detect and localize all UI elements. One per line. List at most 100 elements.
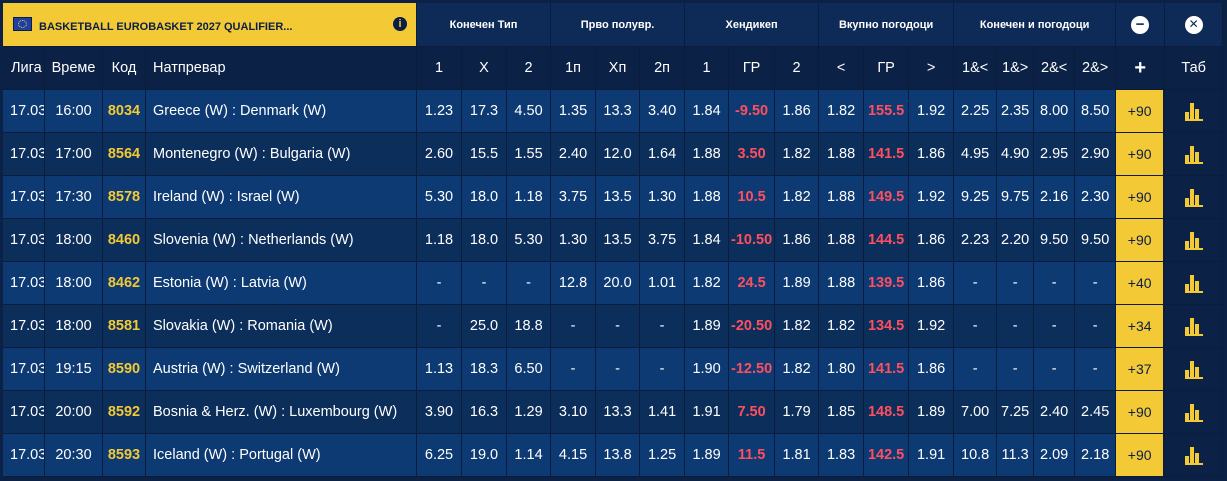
- odd-2-cell[interactable]: 18.8: [507, 305, 552, 348]
- 1-under-cell[interactable]: 10.8: [954, 434, 998, 477]
- league-header[interactable]: BASKETBALL EUROBASKET 2027 QUALIFIER... …: [3, 3, 418, 47]
- total-over-cell[interactable]: 1.92: [909, 90, 955, 133]
- odd-2-cell[interactable]: 6.50: [507, 348, 552, 391]
- 2-under-cell[interactable]: 8.00: [1034, 90, 1076, 133]
- odd-2-cell[interactable]: 4.50: [507, 90, 552, 133]
- 2-under-cell[interactable]: 9.50: [1034, 219, 1076, 262]
- 2-under-cell[interactable]: 2.16: [1034, 176, 1076, 219]
- hcp-2-cell[interactable]: 1.82: [775, 305, 820, 348]
- stats-button[interactable]: [1165, 133, 1224, 176]
- odd-1-cell[interactable]: 1.23: [417, 90, 463, 133]
- stats-button[interactable]: [1165, 305, 1224, 348]
- stats-button[interactable]: [1165, 176, 1224, 219]
- odd-xh-cell[interactable]: 20.0: [596, 262, 641, 305]
- 1-under-cell[interactable]: 4.95: [954, 133, 998, 176]
- odd-2-cell[interactable]: 1.14: [507, 434, 552, 477]
- minus-circle-icon[interactable]: −: [1131, 15, 1150, 34]
- info-icon[interactable]: i: [393, 17, 408, 31]
- odd-x-cell[interactable]: 18.0: [462, 219, 508, 262]
- stats-button[interactable]: [1165, 391, 1224, 434]
- hcp-1-cell[interactable]: 1.88: [685, 176, 730, 219]
- match-name[interactable]: Greece (W) : Denmark (W): [146, 90, 418, 133]
- more-markets-button[interactable]: +90: [1116, 176, 1166, 219]
- hcp-1-cell[interactable]: 1.90: [685, 348, 730, 391]
- hcp-2-cell[interactable]: 1.86: [775, 90, 820, 133]
- match-name[interactable]: Bosnia & Herz. (W) : Luxembourg (W): [146, 391, 418, 434]
- 1-under-cell[interactable]: 2.23: [954, 219, 998, 262]
- hcp-2-cell[interactable]: 1.79: [775, 391, 820, 434]
- odd-2h-cell[interactable]: 3.40: [640, 90, 686, 133]
- total-under-cell[interactable]: 1.82: [819, 305, 865, 348]
- more-markets-button[interactable]: +34: [1116, 305, 1166, 348]
- total-over-cell[interactable]: 1.91: [909, 434, 955, 477]
- match-name[interactable]: Ireland (W) : Israel (W): [146, 176, 418, 219]
- odd-x-cell[interactable]: 15.5: [462, 133, 508, 176]
- more-markets-button[interactable]: +90: [1116, 391, 1166, 434]
- 1-over-cell[interactable]: 2.35: [997, 90, 1035, 133]
- stats-button[interactable]: [1165, 434, 1224, 477]
- more-markets-button[interactable]: +40: [1116, 262, 1166, 305]
- hcp-2-cell[interactable]: 1.82: [775, 133, 820, 176]
- odd-1-cell[interactable]: 1.13: [417, 348, 463, 391]
- hcp-1-cell[interactable]: 1.84: [685, 219, 730, 262]
- 1-under-cell[interactable]: 9.25: [954, 176, 998, 219]
- 2-over-cell[interactable]: 2.30: [1075, 176, 1117, 219]
- 1-over-cell[interactable]: 11.3: [997, 434, 1035, 477]
- match-name[interactable]: Austria (W) : Switzerland (W): [146, 348, 418, 391]
- odd-xh-cell[interactable]: 13.5: [596, 219, 641, 262]
- hcp-1-cell[interactable]: 1.84: [685, 90, 730, 133]
- match-name[interactable]: Estonia (W) : Latvia (W): [146, 262, 418, 305]
- 2-under-cell[interactable]: 2.95: [1034, 133, 1076, 176]
- odd-1h-cell[interactable]: 1.30: [551, 219, 597, 262]
- odd-2-cell[interactable]: 1.29: [507, 391, 552, 434]
- total-over-cell[interactable]: 1.86: [909, 219, 955, 262]
- total-under-cell[interactable]: 1.80: [819, 348, 865, 391]
- more-markets-button[interactable]: +90: [1116, 133, 1166, 176]
- total-under-cell[interactable]: 1.88: [819, 262, 865, 305]
- stats-button[interactable]: [1165, 348, 1224, 391]
- 2-over-cell[interactable]: 2.90: [1075, 133, 1117, 176]
- more-markets-button[interactable]: +90: [1116, 434, 1166, 477]
- total-under-cell[interactable]: 1.88: [819, 176, 865, 219]
- odd-1-cell[interactable]: 6.25: [417, 434, 463, 477]
- odd-xh-cell[interactable]: 13.8: [596, 434, 641, 477]
- odd-x-cell[interactable]: 16.3: [462, 391, 508, 434]
- odd-xh-cell[interactable]: 13.3: [596, 391, 641, 434]
- stats-button[interactable]: [1165, 219, 1224, 262]
- odd-1-cell[interactable]: 5.30: [417, 176, 463, 219]
- match-name[interactable]: Iceland (W) : Portugal (W): [146, 434, 418, 477]
- odd-xh-cell[interactable]: 13.3: [596, 90, 641, 133]
- odd-x-cell[interactable]: 25.0: [462, 305, 508, 348]
- total-over-cell[interactable]: 1.86: [909, 133, 955, 176]
- 2-over-cell[interactable]: 8.50: [1075, 90, 1117, 133]
- hcp-1-cell[interactable]: 1.91: [685, 391, 730, 434]
- odd-x-cell[interactable]: 17.3: [462, 90, 508, 133]
- match-name[interactable]: Slovenia (W) : Netherlands (W): [146, 219, 418, 262]
- hcp-1-cell[interactable]: 1.89: [685, 305, 730, 348]
- 1-under-cell[interactable]: 7.00: [954, 391, 998, 434]
- total-over-cell[interactable]: 1.92: [909, 176, 955, 219]
- 2-over-cell[interactable]: 2.45: [1075, 391, 1117, 434]
- 1-under-cell[interactable]: 2.25: [954, 90, 998, 133]
- odd-2h-cell[interactable]: 1.25: [640, 434, 686, 477]
- close-button[interactable]: ✕: [1165, 3, 1224, 47]
- collapse-button[interactable]: −: [1116, 3, 1166, 47]
- hcp-1-cell[interactable]: 1.88: [685, 133, 730, 176]
- hcp-2-cell[interactable]: 1.89: [775, 262, 820, 305]
- odd-2-cell[interactable]: 5.30: [507, 219, 552, 262]
- odd-2h-cell[interactable]: 1.41: [640, 391, 686, 434]
- total-over-cell[interactable]: 1.86: [909, 262, 955, 305]
- odd-x-cell[interactable]: 19.0: [462, 434, 508, 477]
- odd-2-cell[interactable]: 1.55: [507, 133, 552, 176]
- hcp-1-cell[interactable]: 1.89: [685, 434, 730, 477]
- total-over-cell[interactable]: 1.92: [909, 305, 955, 348]
- odd-1h-cell[interactable]: 1.35: [551, 90, 597, 133]
- hcp-1-cell[interactable]: 1.82: [685, 262, 730, 305]
- odd-1h-cell[interactable]: 3.10: [551, 391, 597, 434]
- hcp-2-cell[interactable]: 1.82: [775, 176, 820, 219]
- 1-over-cell[interactable]: 7.25: [997, 391, 1035, 434]
- odd-xh-cell[interactable]: 13.5: [596, 176, 641, 219]
- hcp-2-cell[interactable]: 1.81: [775, 434, 820, 477]
- odd-1h-cell[interactable]: 2.40: [551, 133, 597, 176]
- odd-2h-cell[interactable]: 1.64: [640, 133, 686, 176]
